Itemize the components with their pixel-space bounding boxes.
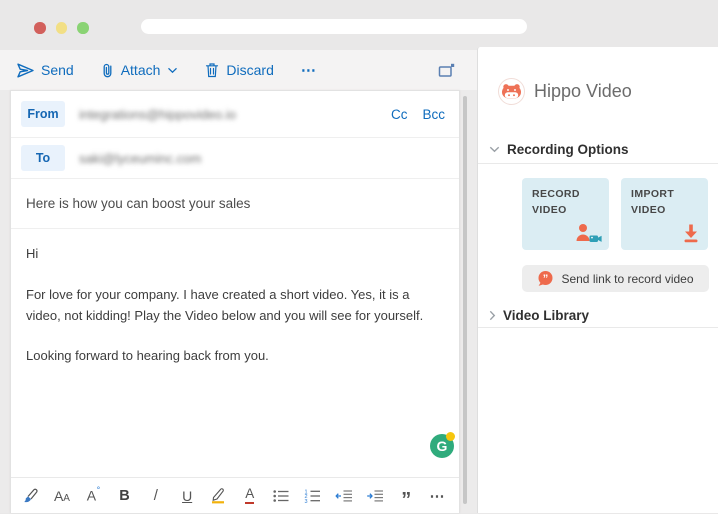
chat-bubble-icon: ” bbox=[537, 270, 554, 287]
to-address: saki@lyceuminc.com bbox=[79, 151, 201, 166]
recording-option-cards: RECORD VIDEO IMPORT VIDEO bbox=[522, 178, 708, 250]
blockquote-icon[interactable]: ” bbox=[391, 478, 422, 514]
chevron-down-icon bbox=[489, 146, 500, 153]
attach-label: Attach bbox=[121, 62, 161, 78]
font-icon[interactable]: AA bbox=[46, 478, 77, 514]
discard-button[interactable]: Discard bbox=[205, 62, 273, 78]
hippo-video-panel: Hippo Video Recording Options RECORD VID… bbox=[477, 47, 718, 513]
chevron-down-icon bbox=[167, 67, 178, 74]
bullet-list-icon[interactable] bbox=[265, 478, 296, 514]
numbered-list-icon[interactable]: 1123 bbox=[297, 478, 328, 514]
email-body-editor[interactable]: Hi For love for your company. I have cre… bbox=[11, 229, 459, 367]
recording-options-label: Recording Options bbox=[507, 142, 629, 157]
svg-text:”: ” bbox=[543, 273, 549, 285]
compose-scrollbar[interactable] bbox=[463, 96, 467, 504]
grammarly-icon: G bbox=[437, 439, 448, 453]
zoom-window-button[interactable] bbox=[77, 22, 89, 34]
video-library-label: Video Library bbox=[503, 308, 589, 323]
italic-icon[interactable]: / bbox=[140, 478, 171, 514]
panel-divider bbox=[478, 163, 718, 164]
import-video-button[interactable]: IMPORT VIDEO bbox=[621, 178, 708, 250]
from-address: integrations@hippovideo.io bbox=[79, 107, 236, 122]
more-options-button[interactable]: ⋯ bbox=[301, 61, 317, 79]
font-size-icon[interactable]: A° bbox=[78, 478, 109, 514]
decrease-indent-icon[interactable] bbox=[328, 478, 359, 514]
compose-card: From integrations@hippovideo.io Cc Bcc T… bbox=[10, 90, 460, 513]
record-video-label: RECORD VIDEO bbox=[532, 187, 590, 219]
grammarly-notification-dot bbox=[446, 432, 455, 441]
close-window-button[interactable] bbox=[34, 22, 46, 34]
import-video-label: IMPORT VIDEO bbox=[631, 187, 689, 219]
chevron-right-icon bbox=[489, 310, 496, 321]
from-row: From integrations@hippovideo.io Cc Bcc bbox=[11, 91, 459, 138]
body-greeting: Hi bbox=[26, 244, 443, 265]
panel-divider bbox=[478, 327, 718, 328]
record-video-button[interactable]: RECORD VIDEO bbox=[522, 178, 609, 250]
to-field-button[interactable]: To bbox=[21, 145, 65, 171]
send-button[interactable]: Send bbox=[17, 62, 74, 78]
open-in-new-window-button[interactable] bbox=[438, 63, 455, 78]
subject-text: Here is how you can boost your sales bbox=[26, 196, 250, 211]
recording-options-toggle[interactable]: Recording Options bbox=[489, 142, 629, 157]
record-video-icon bbox=[574, 223, 602, 243]
grammarly-button[interactable]: G bbox=[430, 434, 454, 458]
increase-indent-icon[interactable] bbox=[359, 478, 390, 514]
more-formatting-icon[interactable]: ⋯ bbox=[422, 478, 453, 514]
paperclip-icon bbox=[101, 62, 114, 79]
attach-button[interactable]: Attach bbox=[101, 62, 179, 79]
cc-button[interactable]: Cc bbox=[391, 107, 408, 122]
formatting-toolbar: AA A° B / U A 1123 ” ⋯ bbox=[11, 477, 459, 513]
panel-header: Hippo Video bbox=[498, 78, 632, 105]
highlighter-icon[interactable] bbox=[203, 478, 234, 514]
discard-label: Discard bbox=[226, 62, 273, 78]
popout-icon bbox=[438, 63, 455, 78]
panel-title: Hippo Video bbox=[534, 81, 632, 102]
video-library-toggle[interactable]: Video Library bbox=[489, 308, 589, 323]
send-link-to-record-button[interactable]: ” Send link to record video bbox=[522, 265, 709, 292]
font-color-icon[interactable]: A bbox=[234, 478, 265, 514]
compose-toolbar: Send Attach Discard ⋯ bbox=[0, 50, 477, 90]
address-bar[interactable] bbox=[141, 19, 527, 34]
send-link-label: Send link to record video bbox=[561, 272, 693, 286]
trash-icon bbox=[205, 62, 219, 78]
to-row: To saki@lyceuminc.com bbox=[11, 138, 459, 179]
minimize-window-button[interactable] bbox=[56, 22, 68, 34]
body-closing: Looking forward to hearing back from you… bbox=[26, 346, 443, 367]
send-icon bbox=[17, 63, 34, 78]
format-painter-icon[interactable] bbox=[15, 478, 46, 514]
send-label: Send bbox=[41, 62, 74, 78]
from-field-button[interactable]: From bbox=[21, 101, 65, 127]
subject-input[interactable]: Here is how you can boost your sales bbox=[11, 179, 459, 229]
window-controls bbox=[34, 22, 89, 34]
svg-text:3: 3 bbox=[304, 498, 307, 502]
underline-icon[interactable]: U bbox=[171, 478, 202, 514]
body-paragraph: For love for your company. I have create… bbox=[26, 285, 443, 327]
import-video-icon bbox=[681, 223, 701, 243]
hippo-video-logo-icon bbox=[498, 78, 525, 105]
bcc-button[interactable]: Bcc bbox=[422, 107, 445, 122]
bold-icon[interactable]: B bbox=[109, 478, 140, 514]
